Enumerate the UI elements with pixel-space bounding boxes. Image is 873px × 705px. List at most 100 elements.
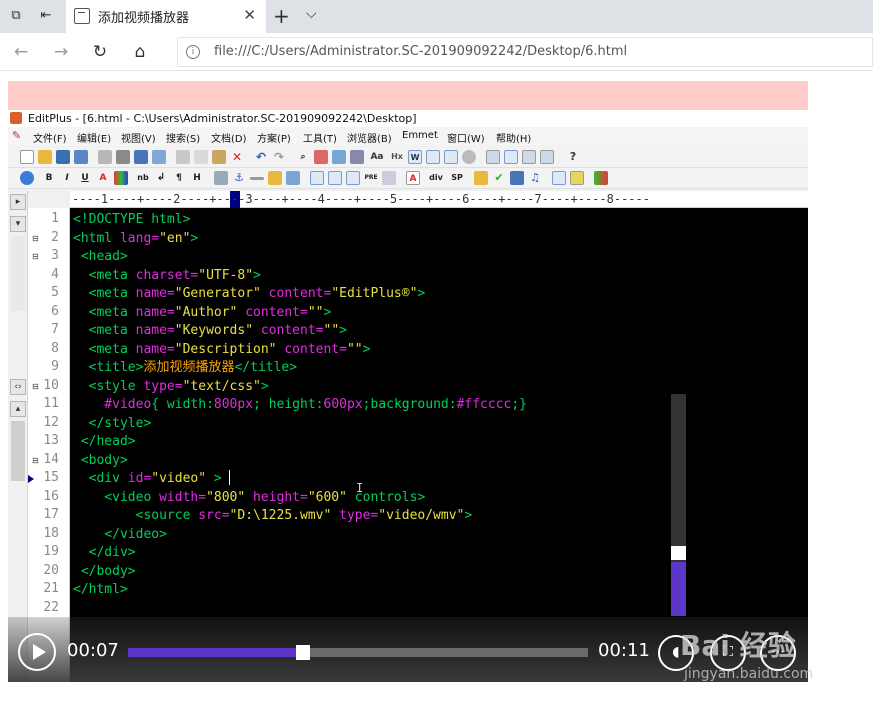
frame-icon[interactable]: [552, 171, 566, 185]
menu-help[interactable]: 帮助(H): [496, 130, 531, 145]
underline-icon[interactable]: U: [78, 171, 92, 185]
align-center-icon[interactable]: [346, 171, 360, 185]
line-number-icon[interactable]: [426, 150, 440, 164]
script-icon[interactable]: [510, 171, 524, 185]
cut-icon[interactable]: [176, 150, 190, 164]
address-url[interactable]: file:///C:/Users/Administrator.SC-201909…: [214, 44, 627, 59]
forward-arrow-icon[interactable]: →: [50, 41, 72, 63]
scrollbar-thumb[interactable]: [671, 562, 686, 616]
heading-icon[interactable]: H: [190, 171, 204, 185]
paste-icon[interactable]: [212, 150, 226, 164]
preferences-gear-icon[interactable]: [462, 150, 476, 164]
refresh-icon[interactable]: ↻: [89, 41, 111, 63]
comment-icon[interactable]: [268, 171, 282, 185]
menu-edit[interactable]: 编辑(E): [77, 130, 111, 145]
side-expand-icon[interactable]: ‹›: [10, 379, 26, 395]
fold-toggle-icon[interactable]: ⊟: [32, 382, 39, 391]
set-tabs-aside-icon[interactable]: ⇤: [38, 8, 54, 24]
output-window-icon[interactable]: [522, 150, 536, 164]
horizontal-rule-icon[interactable]: [250, 177, 264, 180]
fold-toggle-icon[interactable]: ⊟: [32, 456, 39, 465]
nbsp-icon[interactable]: nb: [136, 171, 150, 185]
undo-icon[interactable]: ↶: [254, 150, 268, 164]
italic-icon[interactable]: I: [60, 171, 74, 185]
side-scroll-down-icon[interactable]: ▾: [10, 216, 26, 232]
seek-bar-handle[interactable]: [295, 645, 310, 660]
menu-search[interactable]: 搜索(S): [166, 130, 200, 145]
scrollbar-marker[interactable]: [671, 546, 686, 560]
new-tab-icon[interactable]: +: [273, 4, 290, 28]
side-scroll-thumb[interactable]: [11, 421, 25, 481]
side-scroll-up-icon[interactable]: ▴: [10, 401, 26, 417]
copy-icon[interactable]: [194, 150, 208, 164]
paragraph-icon[interactable]: ¶: [172, 171, 186, 185]
line-break-icon[interactable]: ↲: [154, 171, 168, 185]
fullscreen-icon[interactable]: [540, 150, 554, 164]
save-all-icon[interactable]: [74, 150, 88, 164]
menu-view[interactable]: 视图(V): [121, 130, 156, 145]
table-icon[interactable]: [310, 171, 324, 185]
fold-toggle-icon[interactable]: ⊟: [32, 234, 39, 243]
print-icon[interactable]: [116, 150, 130, 164]
side-scroll-right-icon[interactable]: ▸: [10, 194, 26, 210]
site-info-icon[interactable]: i: [186, 45, 200, 59]
spellcheck-icon[interactable]: [134, 150, 148, 164]
side-track-top[interactable]: [11, 236, 25, 311]
tab-active[interactable]: 添加视频播放器 ✕: [66, 0, 266, 33]
directory-window-icon[interactable]: [486, 150, 500, 164]
font-tag-icon[interactable]: A: [406, 171, 420, 185]
delete-icon[interactable]: ✕: [230, 150, 244, 164]
html-toolbar-globe-icon[interactable]: [20, 171, 34, 185]
list-icon[interactable]: [382, 171, 396, 185]
template-icon[interactable]: [570, 171, 584, 185]
div-icon[interactable]: div: [426, 171, 446, 185]
insert-row-icon[interactable]: [328, 171, 342, 185]
home-icon[interactable]: ⌂: [129, 41, 151, 63]
menu-browser[interactable]: 浏览器(B): [347, 130, 392, 145]
column-select-icon[interactable]: [444, 150, 458, 164]
video-player[interactable]: EditPlus - [6.html - C:\Users\Administra…: [8, 110, 808, 682]
hex-view-icon[interactable]: Hx: [390, 150, 404, 164]
replace-icon[interactable]: [332, 150, 346, 164]
print-preview-icon[interactable]: [98, 150, 112, 164]
address-bar[interactable]: i file:///C:/Users/Administrator.SC-2019…: [177, 37, 873, 67]
menu-emmet[interactable]: Emmet: [402, 130, 438, 141]
save-icon[interactable]: [56, 150, 70, 164]
validate-check-icon[interactable]: ✔: [492, 171, 506, 185]
goto-line-icon[interactable]: [350, 150, 364, 164]
tab-list-chevron-down-icon[interactable]: ⌵: [306, 6, 317, 22]
menu-window[interactable]: 窗口(W): [447, 130, 485, 145]
find-next-icon[interactable]: [314, 150, 328, 164]
menu-document[interactable]: 文档(D): [211, 130, 247, 145]
help-icon[interactable]: ?: [566, 150, 580, 164]
anchor-icon[interactable]: ⚓: [232, 171, 246, 185]
word-wrap-icon[interactable]: W: [408, 150, 422, 164]
editor-vertical-scrollbar[interactable]: [671, 394, 686, 616]
browser-preview-icon[interactable]: [152, 150, 166, 164]
span-icon[interactable]: SP: [448, 171, 466, 185]
color-chart-icon[interactable]: [594, 171, 608, 185]
css-style-icon[interactable]: [474, 171, 488, 185]
open-folder-icon[interactable]: [38, 150, 52, 164]
tab-actions-icon[interactable]: ⧉: [8, 8, 24, 24]
menu-tools[interactable]: 工具(T): [303, 130, 337, 145]
color-picker-icon[interactable]: [114, 171, 128, 185]
menu-file[interactable]: 文件(F): [33, 130, 67, 145]
font-color-icon[interactable]: A: [96, 171, 110, 185]
music-note-icon[interactable]: ♫: [528, 171, 542, 185]
find-icon[interactable]: ⌕: [296, 150, 310, 164]
fold-toggle-icon[interactable]: ⊟: [32, 252, 39, 261]
bold-icon[interactable]: B: [42, 171, 56, 185]
close-tab-icon[interactable]: ✕: [243, 6, 256, 24]
play-button[interactable]: [18, 633, 56, 671]
code-editor[interactable]: I <!DOCTYPE html> <html lang="en"> <head>…: [70, 208, 808, 682]
font-size-icon[interactable]: Aa: [370, 150, 384, 164]
pre-icon[interactable]: PRE: [364, 171, 378, 185]
form-icon[interactable]: [286, 171, 300, 185]
cliptext-window-icon[interactable]: [504, 150, 518, 164]
new-file-icon[interactable]: [20, 150, 34, 164]
seek-bar[interactable]: [128, 645, 588, 660]
menu-project[interactable]: 方案(P): [257, 130, 291, 145]
back-arrow-icon[interactable]: ←: [10, 41, 32, 63]
redo-icon[interactable]: ↷: [272, 150, 286, 164]
